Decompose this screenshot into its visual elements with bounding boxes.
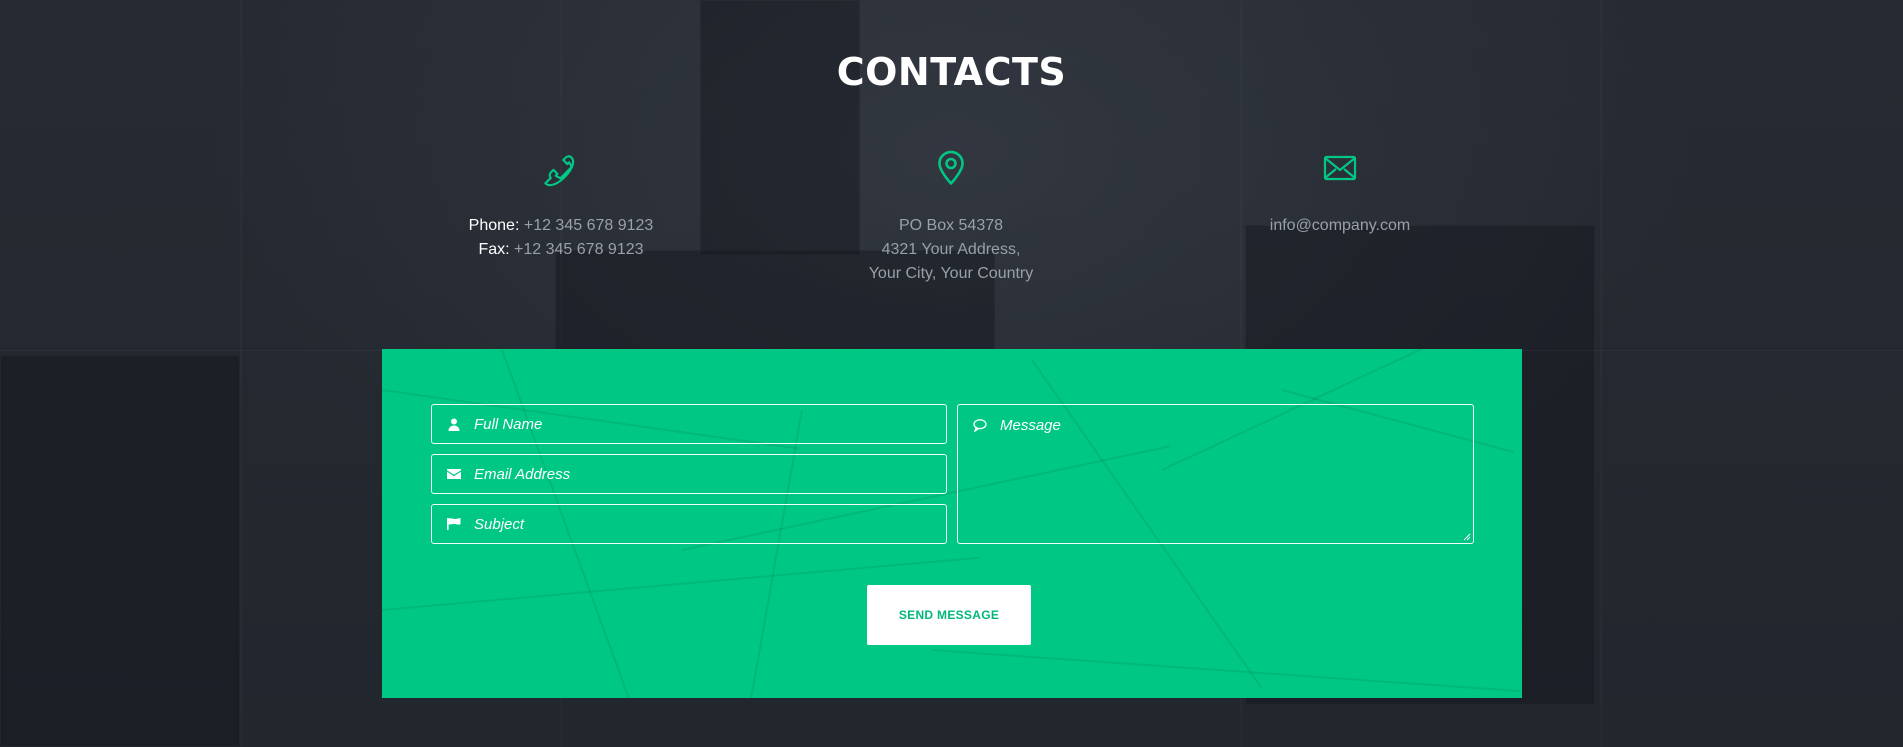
fax-value: +12 345 678 9123 xyxy=(514,241,644,258)
fax-label: Fax: xyxy=(478,241,510,258)
full-name-field[interactable]: Full Name xyxy=(431,404,947,444)
email-link[interactable]: info@company.com xyxy=(1190,214,1490,238)
address-line-1: PO Box 54378 xyxy=(898,217,1004,234)
address-line-2: 4321 Your Address, xyxy=(881,241,1021,258)
resize-handle-icon[interactable] xyxy=(1463,533,1471,541)
map-pin-icon xyxy=(801,148,1101,188)
envelope-icon xyxy=(446,466,462,482)
flag-icon xyxy=(446,516,462,532)
contact-address: PO Box 54378 4321 Your Address, Your Cit… xyxy=(801,148,1101,286)
phone-icon xyxy=(411,148,711,188)
user-icon xyxy=(446,416,462,432)
email-placeholder: Email Address xyxy=(474,465,571,483)
page-title: CONTACTS xyxy=(836,50,1067,94)
address-line-3: Your City, Your Country xyxy=(868,265,1034,282)
contact-form: Full Name Email Address Subject Message … xyxy=(382,349,1522,698)
send-message-button[interactable]: SEND MESSAGE xyxy=(867,585,1031,645)
contact-phone: Phone: +12 345 678 9123 Fax: +12 345 678… xyxy=(411,148,711,262)
subject-placeholder: Subject xyxy=(474,515,525,533)
envelope-icon xyxy=(1190,148,1490,188)
message-placeholder: Message xyxy=(1000,417,1061,434)
message-textarea[interactable]: Message xyxy=(957,404,1474,544)
full-name-placeholder: Full Name xyxy=(474,415,543,433)
phone-label: Phone: xyxy=(468,217,520,234)
contact-email: info@company.com xyxy=(1190,148,1490,238)
phone-value[interactable]: +12 345 678 9123 xyxy=(524,217,653,234)
subject-field[interactable]: Subject xyxy=(431,504,947,544)
email-field[interactable]: Email Address xyxy=(431,454,947,494)
speech-bubble-icon xyxy=(972,417,988,433)
